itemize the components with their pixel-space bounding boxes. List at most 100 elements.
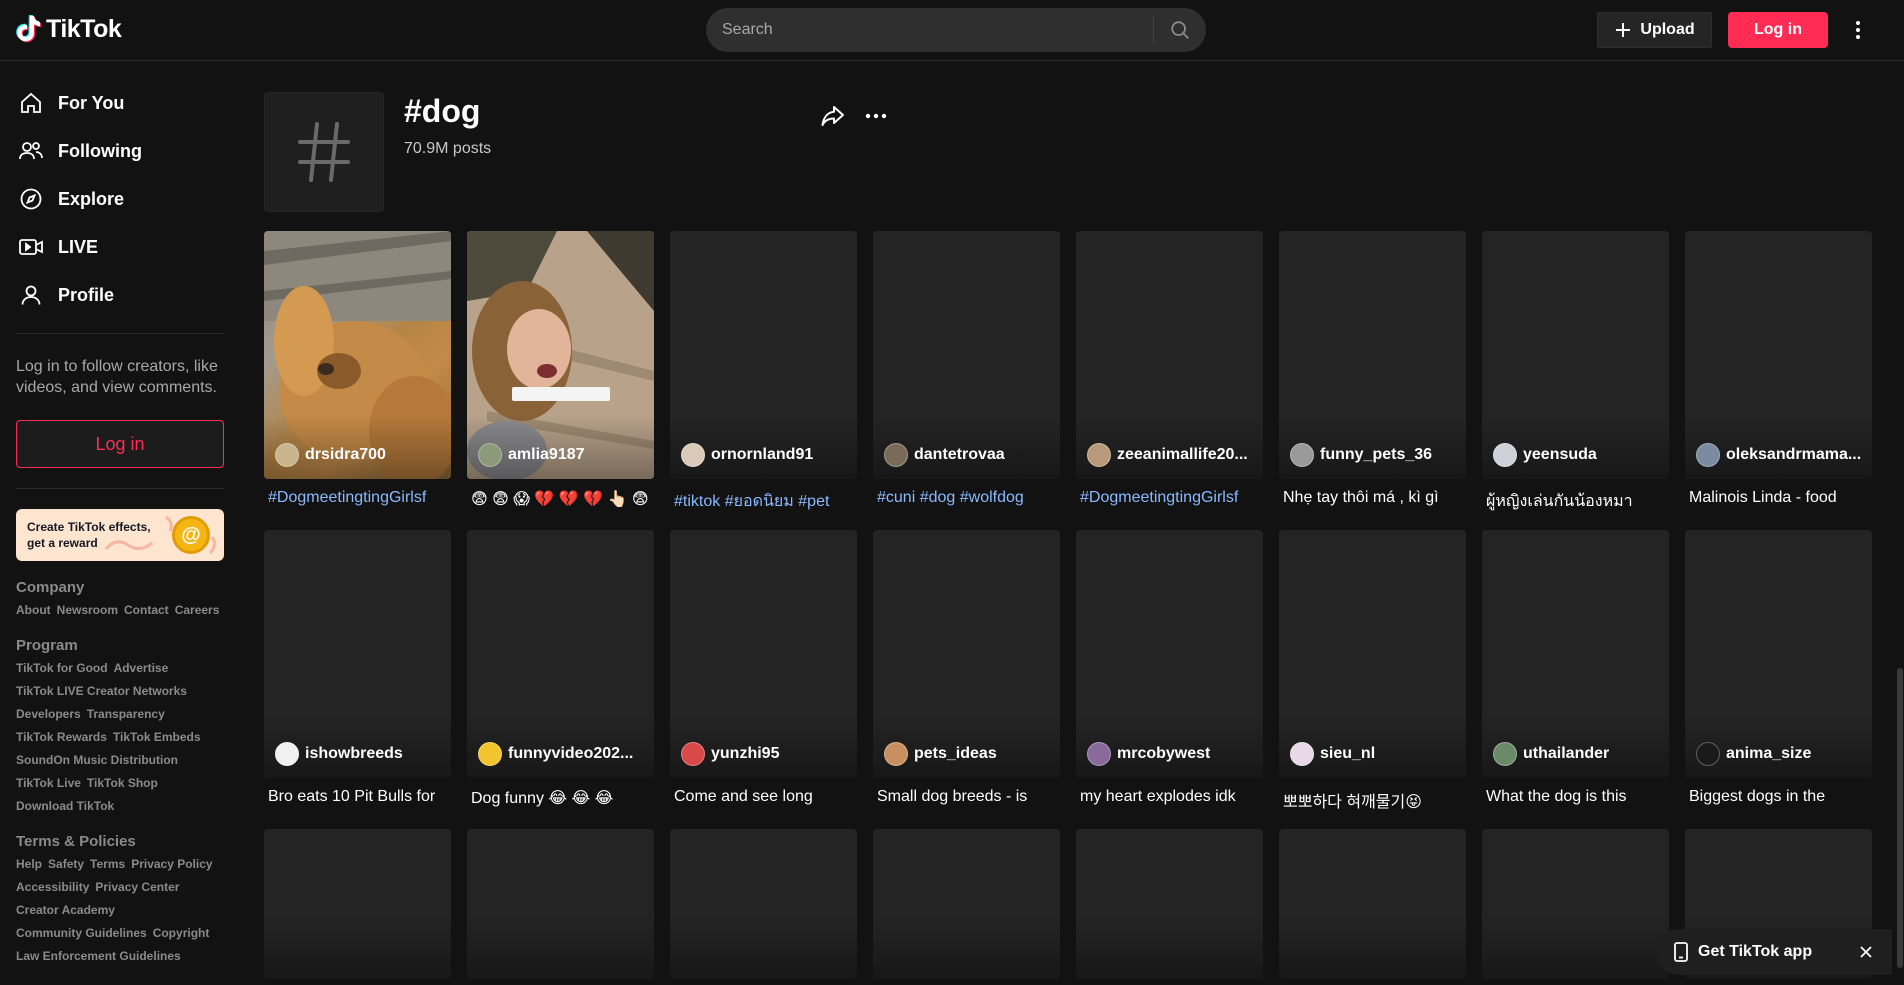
footer-link[interactable]: Transparency: [87, 706, 165, 723]
sidebar-item-live[interactable]: LIVE: [0, 223, 240, 271]
video-card[interactable]: uthailander What the dog is this: [1482, 530, 1669, 814]
footer-link[interactable]: Safety: [48, 856, 84, 873]
search-input[interactable]: [706, 21, 1153, 39]
sidebar-item-following[interactable]: Following: [0, 127, 240, 175]
sidebar-item-profile[interactable]: Profile: [0, 271, 240, 319]
footer-link[interactable]: TikTok Rewards: [16, 729, 107, 746]
footer-link[interactable]: Accessibility: [16, 879, 89, 896]
video-card[interactable]: sieu_nl 뽀뽀하다 혀깨물기😝: [1279, 530, 1466, 814]
tiktok-logo[interactable]: TikTok: [16, 14, 122, 44]
video-author[interactable]: uthailander: [1493, 742, 1609, 766]
video-card[interactable]: [467, 829, 654, 979]
video-thumbnail[interactable]: anima_size: [1685, 530, 1872, 778]
footer-link[interactable]: TikTok for Good: [16, 660, 108, 677]
video-thumbnail[interactable]: sieu_nl: [1279, 530, 1466, 778]
video-thumbnail[interactable]: drsidra700: [264, 231, 451, 479]
video-thumbnail[interactable]: funny_pets_36: [1279, 231, 1466, 479]
video-thumbnail[interactable]: [1482, 829, 1669, 979]
video-card[interactable]: dantetrovaa #cuni #dog #wolfdog: [873, 231, 1060, 515]
footer-link[interactable]: Community Guidelines: [16, 925, 147, 942]
video-card[interactable]: ishowbreeds Bro eats 10 Pit Bulls for: [264, 530, 451, 814]
footer-link[interactable]: Developers: [16, 706, 81, 723]
video-thumbnail[interactable]: [467, 829, 654, 979]
video-caption[interactable]: Bro eats 10 Pit Bulls for: [264, 788, 451, 814]
footer-link[interactable]: Privacy Center: [95, 879, 179, 896]
footer-link[interactable]: SoundOn Music Distribution: [16, 752, 178, 769]
video-caption[interactable]: What the dog is this: [1482, 788, 1669, 814]
video-thumbnail[interactable]: [1279, 829, 1466, 979]
video-author[interactable]: yeensuda: [1493, 443, 1597, 467]
video-thumbnail[interactable]: oleksandrmama...: [1685, 231, 1872, 479]
video-caption[interactable]: Small dog breeds - is: [873, 788, 1060, 814]
video-caption[interactable]: my heart explodes idk: [1076, 788, 1263, 814]
video-author[interactable]: zeeanimallife20...: [1087, 443, 1248, 467]
video-card[interactable]: [1482, 829, 1669, 979]
video-thumbnail[interactable]: dantetrovaa: [873, 231, 1060, 479]
more-menu-button[interactable]: [1848, 16, 1868, 44]
page-scrollbar[interactable]: [1897, 668, 1903, 968]
video-thumbnail[interactable]: yeensuda: [1482, 231, 1669, 479]
footer-link[interactable]: Privacy Policy: [131, 856, 212, 873]
video-card[interactable]: [873, 829, 1060, 979]
video-caption[interactable]: Come and see long: [670, 788, 857, 814]
footer-link[interactable]: Newsroom: [57, 602, 118, 619]
footer-link[interactable]: Terms: [90, 856, 125, 873]
video-thumbnail[interactable]: pets_ideas: [873, 530, 1060, 778]
sidebar-login-button[interactable]: Log in: [16, 420, 224, 468]
footer-link[interactable]: TikTok LIVE Creator Networks: [16, 683, 187, 700]
video-author[interactable]: anima_size: [1696, 742, 1811, 766]
video-author[interactable]: drsidra700: [275, 443, 386, 467]
video-card[interactable]: anima_size Biggest dogs in the: [1685, 530, 1872, 814]
video-card[interactable]: yunzhi95 Come and see long: [670, 530, 857, 814]
video-caption[interactable]: #tiktok #ยอดนิยม #pet: [670, 489, 857, 515]
video-card[interactable]: funny_pets_36 Nhẹ tay thôi má , kì gì: [1279, 231, 1466, 515]
video-thumbnail[interactable]: ornornland91: [670, 231, 857, 479]
video-caption[interactable]: Biggest dogs in the: [1685, 788, 1872, 814]
video-caption[interactable]: 뽀뽀하다 혀깨물기😝: [1279, 788, 1466, 814]
video-caption[interactable]: Nhẹ tay thôi má , kì gì: [1279, 489, 1466, 515]
video-thumbnail[interactable]: [1076, 829, 1263, 979]
footer-link[interactable]: TikTok Embeds: [113, 729, 201, 746]
video-author[interactable]: ishowbreeds: [275, 742, 403, 766]
share-button[interactable]: [819, 102, 847, 130]
footer-link[interactable]: Law Enforcement Guidelines: [16, 948, 181, 965]
video-thumbnail[interactable]: [264, 829, 451, 979]
video-author[interactable]: amlia9187: [478, 443, 585, 467]
search-button[interactable]: [1154, 8, 1206, 52]
effects-reward-banner[interactable]: Create TikTok effects, get a reward @: [16, 509, 224, 561]
footer-link[interactable]: TikTok Live: [16, 775, 81, 792]
footer-link[interactable]: Advertise: [114, 660, 169, 677]
video-author[interactable]: funny_pets_36: [1290, 443, 1432, 467]
video-thumbnail[interactable]: uthailander: [1482, 530, 1669, 778]
video-thumbnail[interactable]: funnyvideo202...: [467, 530, 654, 778]
get-app-banner[interactable]: Get TikTok app: [1656, 929, 1892, 975]
sidebar-item-explore[interactable]: Explore: [0, 175, 240, 223]
close-button[interactable]: [1856, 942, 1876, 962]
video-caption[interactable]: #DogmeetingtingGirlsf: [264, 489, 451, 515]
video-card[interactable]: [264, 829, 451, 979]
footer-link[interactable]: Contact: [124, 602, 169, 619]
video-author[interactable]: dantetrovaa: [884, 443, 1005, 467]
video-thumbnail[interactable]: zeeanimallife20...: [1076, 231, 1263, 479]
footer-link[interactable]: Careers: [175, 602, 220, 619]
video-card[interactable]: [1279, 829, 1466, 979]
video-thumbnail[interactable]: ishowbreeds: [264, 530, 451, 778]
hashtag-more-button[interactable]: [862, 102, 890, 130]
footer-link[interactable]: Help: [16, 856, 42, 873]
video-card[interactable]: [1076, 829, 1263, 979]
sidebar-item-for-you[interactable]: For You: [0, 79, 240, 127]
video-thumbnail[interactable]: mrcobywest: [1076, 530, 1263, 778]
video-caption[interactable]: 😨 😨 😱 💔 💔 💔 👆🏻 😨: [467, 489, 654, 515]
upload-button[interactable]: Upload: [1597, 12, 1712, 48]
video-caption[interactable]: ผู้หญิงเล่นกันน้องหมา: [1482, 489, 1669, 515]
video-author[interactable]: yunzhi95: [681, 742, 779, 766]
video-author[interactable]: funnyvideo202...: [478, 742, 633, 766]
video-author[interactable]: ornornland91: [681, 443, 813, 467]
video-thumbnail[interactable]: [873, 829, 1060, 979]
footer-link[interactable]: TikTok Shop: [87, 775, 158, 792]
footer-link[interactable]: About: [16, 602, 51, 619]
footer-link[interactable]: Copyright: [153, 925, 210, 942]
video-card[interactable]: amlia9187 😨 😨 😱 💔 💔 💔 👆🏻 😨: [467, 231, 654, 515]
video-caption[interactable]: Malinois Linda - food: [1685, 489, 1872, 515]
video-card[interactable]: pets_ideas Small dog breeds - is: [873, 530, 1060, 814]
